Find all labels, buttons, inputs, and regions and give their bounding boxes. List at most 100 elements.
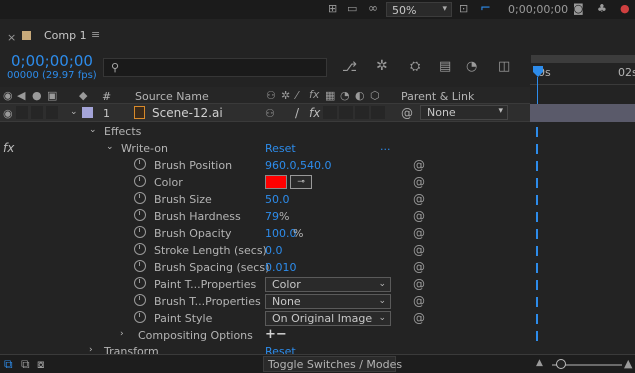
- collapse-switch-icon[interactable]: ✲: [281, 90, 290, 101]
- effect-options-link[interactable]: ...: [380, 140, 391, 153]
- expression-pickwhip-icon[interactable]: @: [413, 158, 425, 172]
- layer-duration-bar[interactable]: [530, 104, 635, 122]
- property-row[interactable]: Brush Position 960.0,540.0 @: [0, 157, 530, 174]
- cell-3d[interactable]: [371, 106, 385, 119]
- pick-whip-icon[interactable]: @: [401, 106, 413, 120]
- expression-pickwhip-icon[interactable]: @: [413, 311, 425, 325]
- timecode-main[interactable]: 0;00;00;00: [11, 52, 93, 70]
- column-parent-link[interactable]: Parent & Link: [401, 90, 474, 103]
- hold-keyframe-marker[interactable]: [536, 280, 538, 290]
- eyedropper-icon[interactable]: ⊸: [290, 175, 312, 189]
- property-row[interactable]: Paint T...Properties Color ⌄ @: [0, 276, 530, 293]
- expression-pickwhip-icon[interactable]: @: [413, 209, 425, 223]
- adjustment-layer-icon[interactable]: ◐: [355, 90, 365, 101]
- stopwatch-icon[interactable]: [134, 175, 146, 187]
- show-snapshot-icon[interactable]: ♣: [597, 3, 607, 14]
- motion-blur-switch-icon[interactable]: ◔: [340, 90, 350, 101]
- zoom-in-mountain-icon[interactable]: ▲: [624, 358, 632, 369]
- expression-pickwhip-icon[interactable]: @: [413, 175, 425, 189]
- compositing-options-row[interactable]: › Compositing Options +−: [0, 327, 530, 344]
- layer-switches-pane-icon[interactable]: ⧉: [4, 358, 13, 370]
- video-switch-icon[interactable]: ◉: [3, 90, 13, 101]
- camera-snapshot-icon[interactable]: ◙: [573, 3, 584, 14]
- cell-mblur[interactable]: [339, 106, 353, 119]
- property-row[interactable]: Brush Spacing (secs) 0.010 @: [0, 259, 530, 276]
- current-time-display[interactable]: 0;00;00;00: [11, 52, 93, 70]
- fx-enabled-icon[interactable]: fx: [309, 106, 320, 120]
- zoom-out-mountain-icon[interactable]: ▲: [536, 359, 543, 368]
- panel-menu-icon[interactable]: ≡: [91, 28, 100, 41]
- hold-keyframe-marker[interactable]: [536, 161, 538, 171]
- audio-cell[interactable]: [16, 106, 28, 119]
- label-tag-icon[interactable]: ◆: [79, 90, 87, 101]
- cell-adjust[interactable]: [355, 106, 369, 119]
- hold-keyframe-marker[interactable]: [536, 178, 538, 188]
- expression-pickwhip-icon[interactable]: @: [413, 277, 425, 291]
- quality-slash-icon[interactable]: /: [295, 106, 299, 120]
- hold-keyframe-marker[interactable]: [536, 297, 538, 307]
- stopwatch-icon[interactable]: [134, 209, 146, 221]
- parent-dropdown[interactable]: None ▾: [420, 105, 508, 120]
- column-source-name[interactable]: Source Name: [135, 90, 209, 103]
- comp-tab-label[interactable]: Comp 1: [44, 29, 87, 42]
- solo-cell[interactable]: [31, 106, 43, 119]
- expression-pickwhip-icon[interactable]: @: [413, 260, 425, 274]
- chevron-down-icon[interactable]: ⌄: [89, 125, 97, 135]
- effects-group-row[interactable]: ⌄ Effects: [0, 123, 530, 140]
- zoom-dropdown[interactable]: 50% ▾: [386, 2, 452, 17]
- lock-cell[interactable]: [46, 106, 58, 119]
- layer-name[interactable]: Scene-12.ai: [152, 106, 223, 120]
- shy-layers-icon[interactable]: ⛭: [410, 60, 420, 73]
- brush-spacing-value[interactable]: 0.010: [265, 261, 297, 274]
- region-of-interest-icon[interactable]: ⌐: [480, 2, 491, 15]
- stroke-length-value[interactable]: 0.0: [265, 244, 283, 257]
- search-field[interactable]: ⚲: [103, 58, 327, 77]
- stopwatch-icon[interactable]: [134, 226, 146, 238]
- chevron-right-icon[interactable]: ›: [120, 329, 124, 339]
- grid-toggle-icon[interactable]: ⊞: [328, 3, 337, 14]
- expression-pickwhip-icon[interactable]: @: [413, 192, 425, 206]
- brush-opacity-value[interactable]: 100.0: [265, 227, 297, 240]
- hold-keyframe-marker[interactable]: [536, 331, 538, 341]
- toggle-switches-modes-button[interactable]: Toggle Switches / Modes: [263, 356, 402, 372]
- color-swatch[interactable]: [265, 175, 287, 189]
- brush-size-value[interactable]: 50.0: [265, 193, 290, 206]
- frame-blend-switch-icon[interactable]: ▦: [325, 90, 335, 101]
- reset-link[interactable]: Reset: [265, 142, 296, 155]
- lock-icon[interactable]: ▣: [47, 90, 57, 101]
- comp-flowchart-icon[interactable]: ⎇: [342, 61, 357, 74]
- hold-keyframe-marker[interactable]: [536, 144, 538, 154]
- hold-keyframe-marker[interactable]: [536, 263, 538, 273]
- expand-chevron-icon[interactable]: ⌄: [70, 107, 78, 117]
- fit-frame-icon[interactable]: ⊡: [459, 3, 468, 14]
- stopwatch-icon[interactable]: [134, 311, 146, 323]
- motion-blur-icon[interactable]: ◔: [466, 60, 477, 73]
- frame-blending-icon[interactable]: ▤: [439, 60, 451, 73]
- quality-switch-icon[interactable]: ⁄: [296, 90, 298, 101]
- time-ruler[interactable]: 0s 02s: [530, 63, 635, 85]
- close-icon[interactable]: ×: [7, 31, 16, 44]
- stopwatch-icon[interactable]: [134, 158, 146, 170]
- hold-keyframe-marker[interactable]: [536, 246, 538, 256]
- zoom-slider-thumb[interactable]: [556, 359, 566, 369]
- solo-switch-icon[interactable]: ●: [32, 90, 42, 101]
- property-row[interactable]: Brush Hardness 79 % @: [0, 208, 530, 225]
- property-row[interactable]: Stroke Length (secs) 0.0 @: [0, 242, 530, 259]
- draft-3d-icon[interactable]: ✲: [376, 59, 388, 73]
- eye-icon[interactable]: ◉: [3, 108, 13, 119]
- mask-visibility-icon[interactable]: ∞: [368, 2, 378, 14]
- hold-keyframe-marker[interactable]: [536, 229, 538, 239]
- cell-blend[interactable]: [323, 106, 337, 119]
- hold-keyframe-marker[interactable]: [536, 212, 538, 222]
- property-row[interactable]: Brush Opacity 100.0 % @: [0, 225, 530, 242]
- 3d-layer-icon[interactable]: ⬡: [370, 90, 380, 101]
- hold-keyframe-marker[interactable]: [536, 127, 538, 137]
- property-row[interactable]: Brush Size 50.0 @: [0, 191, 530, 208]
- viewer-timecode[interactable]: 0;00;00;00: [508, 3, 568, 16]
- write-on-effect-row[interactable]: fx ⌄ Write-on Reset ...: [0, 140, 530, 157]
- brush-position-value[interactable]: 960.0,540.0: [265, 159, 331, 172]
- stopwatch-icon[interactable]: [134, 277, 146, 289]
- stopwatch-icon[interactable]: [134, 260, 146, 272]
- expression-pickwhip-icon[interactable]: @: [413, 294, 425, 308]
- chevron-down-icon[interactable]: ⌄: [106, 142, 114, 152]
